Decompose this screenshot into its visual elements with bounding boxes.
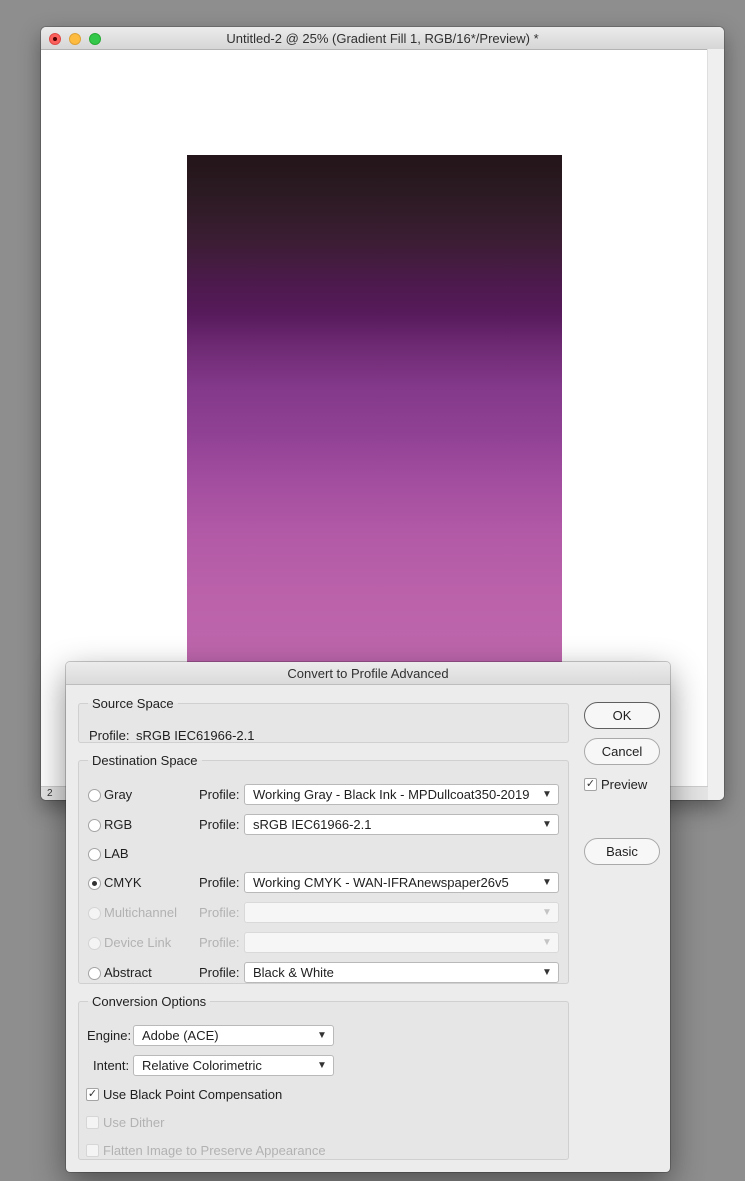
dialog-title: Convert to Profile Advanced — [287, 666, 449, 681]
multichannel-label[interactable]: Multichannel — [104, 905, 177, 920]
gradient-canvas-image[interactable] — [187, 155, 562, 685]
use-dither-label[interactable]: Use Dither — [103, 1115, 164, 1130]
intent-select[interactable]: Relative Colorimetric ▼ — [133, 1055, 334, 1076]
intent-label: Intent: — [93, 1058, 130, 1073]
source-space-legend: Source Space — [92, 696, 174, 711]
lab-label[interactable]: LAB — [104, 846, 129, 861]
cmyk-profile-select[interactable]: Working CMYK - WAN-IFRAnewspaper26v5 ▼ — [244, 872, 559, 893]
preview-checkbox[interactable]: ✓ — [584, 778, 597, 791]
convert-to-profile-dialog: Convert to Profile Advanced Source Space… — [66, 662, 670, 1172]
cmyk-profile-value: Working CMYK - WAN-IFRAnewspaper26v5 — [253, 875, 509, 890]
cmyk-radio[interactable] — [88, 877, 101, 890]
flatten-checkbox[interactable] — [86, 1144, 99, 1157]
destination-space-legend: Destination Space — [92, 753, 198, 768]
ok-button[interactable]: OK — [584, 702, 660, 729]
destination-space-group: Destination Space Gray Profile: Working … — [78, 753, 569, 984]
vertical-scrollbar[interactable] — [707, 49, 724, 800]
rgb-label[interactable]: RGB — [104, 817, 132, 832]
rgb-profile-value: sRGB IEC61966-2.1 — [253, 817, 372, 832]
engine-label: Engine: — [87, 1028, 132, 1043]
chevron-down-icon: ▼ — [542, 907, 552, 918]
intent-value: Relative Colorimetric — [142, 1058, 262, 1073]
multichannel-radio[interactable] — [88, 907, 101, 920]
preview-label[interactable]: Preview — [601, 777, 647, 792]
document-titlebar[interactable]: Untitled-2 @ 25% (Gradient Fill 1, RGB/1… — [41, 27, 724, 50]
source-profile-value: sRGB IEC61966-2.1 — [136, 728, 255, 743]
document-title: Untitled-2 @ 25% (Gradient Fill 1, RGB/1… — [226, 31, 539, 46]
zoom-readout[interactable]: 2 — [47, 788, 53, 799]
chevron-down-icon: ▼ — [542, 877, 552, 888]
multichannel-profile-select[interactable]: ▼ — [244, 902, 559, 923]
device-link-profile-select[interactable]: ▼ — [244, 932, 559, 953]
lab-radio[interactable] — [88, 848, 101, 861]
chevron-down-icon: ▼ — [542, 789, 552, 800]
cmyk-label[interactable]: CMYK — [104, 875, 142, 890]
basic-button[interactable]: Basic — [584, 838, 660, 865]
rgb-profile-select[interactable]: sRGB IEC61966-2.1 ▼ — [244, 814, 559, 835]
abstract-radio[interactable] — [88, 967, 101, 980]
cancel-button[interactable]: Cancel — [584, 738, 660, 765]
abstract-profile-label: Profile: — [199, 965, 240, 980]
abstract-profile-select[interactable]: Black & White ▼ — [244, 962, 559, 983]
use-dither-checkbox[interactable] — [86, 1116, 99, 1129]
device-link-radio[interactable] — [88, 937, 101, 950]
chevron-down-icon: ▼ — [542, 967, 552, 978]
abstract-label[interactable]: Abstract — [104, 965, 152, 980]
cmyk-profile-label: Profile: — [199, 875, 240, 890]
chevron-down-icon: ▼ — [542, 819, 552, 830]
abstract-profile-value: Black & White — [253, 965, 334, 980]
chevron-down-icon: ▼ — [317, 1060, 327, 1071]
engine-select[interactable]: Adobe (ACE) ▼ — [133, 1025, 334, 1046]
device-link-profile-label: Profile: — [199, 935, 240, 950]
source-profile-label: Profile: — [89, 728, 130, 743]
gray-radio[interactable] — [88, 789, 101, 802]
rgb-profile-label: Profile: — [199, 817, 240, 832]
gray-profile-value: Working Gray - Black Ink - MPDullcoat350… — [253, 787, 530, 802]
dialog-titlebar[interactable]: Convert to Profile Advanced — [66, 662, 670, 685]
rgb-radio[interactable] — [88, 819, 101, 832]
device-link-label[interactable]: Device Link — [104, 935, 171, 950]
gray-profile-select[interactable]: Working Gray - Black Ink - MPDullcoat350… — [244, 784, 559, 805]
conversion-options-group: Conversion Options Engine: Adobe (ACE) ▼… — [78, 994, 569, 1160]
gray-profile-label: Profile: — [199, 787, 240, 802]
black-point-label[interactable]: Use Black Point Compensation — [103, 1087, 282, 1102]
black-point-checkbox[interactable]: ✓ — [86, 1088, 99, 1101]
flatten-label[interactable]: Flatten Image to Preserve Appearance — [103, 1143, 326, 1158]
multichannel-profile-label: Profile: — [199, 905, 240, 920]
chevron-down-icon: ▼ — [317, 1030, 327, 1041]
gray-label[interactable]: Gray — [104, 787, 132, 802]
chevron-down-icon: ▼ — [542, 937, 552, 948]
engine-value: Adobe (ACE) — [142, 1028, 219, 1043]
source-space-group: Source Space Profile: sRGB IEC61966-2.1 — [78, 696, 569, 743]
conversion-options-legend: Conversion Options — [92, 994, 207, 1009]
